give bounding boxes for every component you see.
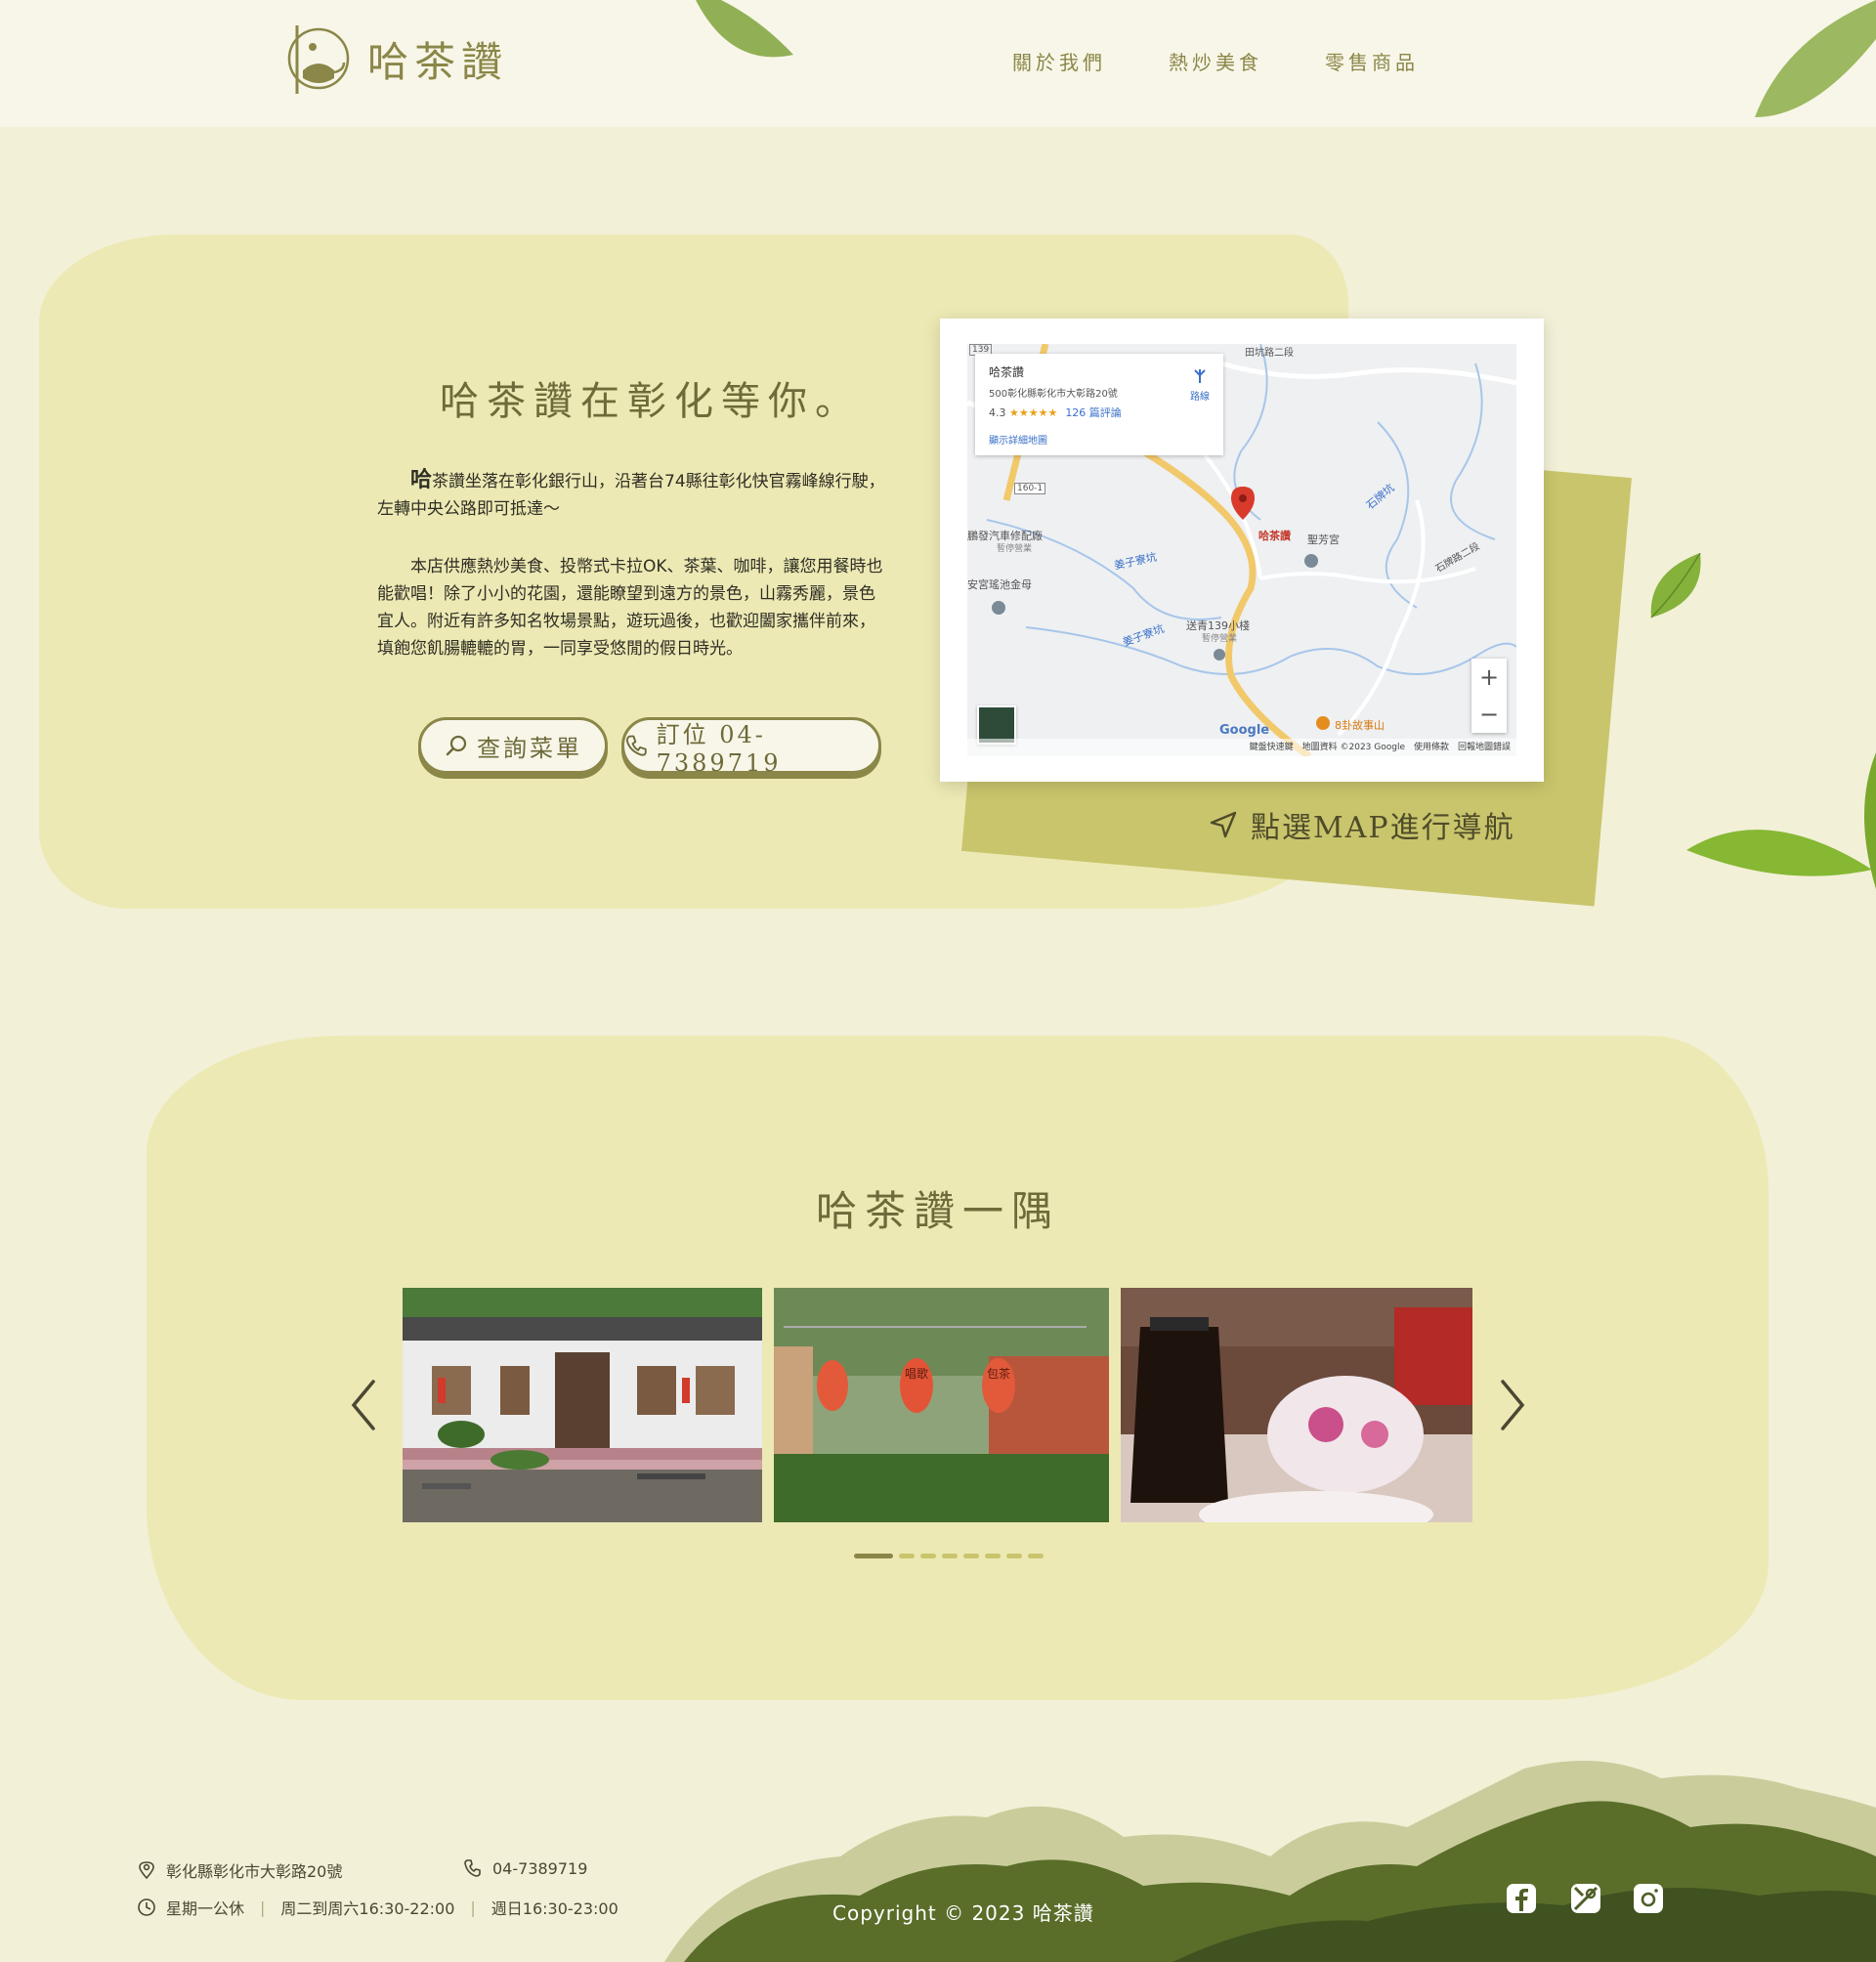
map-zoom-controls: + − [1471,659,1507,733]
chevron-left-icon[interactable] [348,1378,379,1432]
leaf-decoration-top-right [1755,0,1876,117]
directions-icon [1194,369,1206,383]
footer-hours-weekday: 周二到周六16:30-22:00 [280,1899,455,1918]
footer-hours-sunday: 週日16:30-23:00 [490,1899,618,1918]
intro-paragraph-1-text: 茶讚坐落在彰化銀行山，沿著台74縣往彰化快官霧峰線行駛，左轉中央公路即可抵達～ [377,472,885,519]
facebook-icon[interactable] [1505,1882,1538,1915]
carousel-dot[interactable] [920,1554,936,1558]
map-road-160: 160-1 [1014,483,1046,494]
map-pin-icon[interactable] [1569,1882,1602,1915]
carousel-dot[interactable] [985,1554,1001,1558]
map-label-inn-sub: 暫停營業 [1202,634,1238,644]
nav-food[interactable]: 熱炒美食 [1169,47,1262,75]
reserve-call-button[interactable]: 訂位 04-7389719 [621,717,881,777]
instagram-icon[interactable] [1632,1882,1665,1915]
mountain-footer-art [664,1761,1876,1962]
leaf-decoration-mid [1650,553,1701,618]
map-label-anguo: 安宮瑤池金母 [967,578,1032,591]
lanterns-photo: 唱歌 包茶 [774,1288,1109,1522]
map-info-window: 哈茶讚 500彰化縣彰化市大彰路20號 4.3 ★★★★★ 126 篇評論 顯示詳… [975,354,1223,455]
copyright: Copyright © 2023 哈茶讚 [832,1901,1094,1925]
menu-button[interactable]: 查詢菜單 [418,717,608,774]
gallery-photo-storefront[interactable] [403,1288,762,1522]
gallery-photo-tea[interactable] [1121,1288,1472,1522]
location-pin-icon [139,1861,154,1880]
footer-phone[interactable]: 04-7389719 [463,1858,587,1878]
intro-paragraph-2: 本店供應熱炒美食、投幣式卡拉OK、茶葉、咖啡，讓您用餐時也能歡唱！除了小小的花園… [377,557,883,659]
carousel-dot[interactable] [1028,1554,1044,1558]
carousel-dot[interactable] [854,1554,893,1558]
footer-hours: 星期一公休 | 周二到周六16:30-22:00 | 週日16:30-23:00 [137,1896,618,1919]
intro-title: 哈茶讚在彰化等你。 [440,379,862,424]
map-card: 139 田坑路二段 160-1 鵬發汽車修配廠 暫停營業 安宮瑤池金母 姜子寮坑… [940,319,1544,782]
map-place-name: 哈茶讚 [989,365,1025,379]
phone-icon [625,735,647,756]
carousel-dot[interactable] [942,1554,958,1558]
nav-retail[interactable]: 零售商品 [1325,47,1419,75]
search-icon [446,735,467,756]
map-place-rating: 4.3 ★★★★★ 126 篇評論 [989,405,1122,420]
carousel-dot[interactable] [899,1554,915,1558]
map-label-shop-sub: 暫停營業 [997,544,1033,554]
lantern-text-1: 唱歌 [905,1366,928,1381]
tea-set-photo [1121,1288,1472,1522]
intro-first-char: 哈 [410,468,433,492]
menu-button-label: 查詢菜單 [477,734,582,762]
navigation-arrow-icon [1210,811,1237,838]
footer-address: 彰化縣彰化市大彰路20號 [137,1858,342,1882]
storefront-photo [403,1288,762,1522]
zoom-out-button[interactable]: − [1471,696,1507,733]
google-logo: Google [1219,723,1270,738]
map-navigate-label: 點選MAP進行導航 [1251,811,1515,845]
leaf-decoration-right [1686,752,1876,889]
zoom-in-button[interactable]: + [1471,659,1507,696]
gallery-photo-lanterns[interactable]: 唱歌 包茶 [774,1288,1109,1522]
teapot-logo-icon [287,25,350,94]
map-navigate-link[interactable]: 點選MAP進行導航 [1208,803,1515,846]
map-directions-label: 路線 [1190,392,1210,403]
reserve-call-button-label: 訂位 04-7389719 [656,720,782,777]
carousel-dot[interactable] [1006,1554,1022,1558]
intro-paragraph-1: 哈茶讚坐落在彰化銀行山，沿著台74縣往彰化快官霧峰線行駛，左轉中央公路即可抵達～ [377,467,885,523]
map-rating-value: 4.3 [989,406,1006,419]
divider: | [260,1898,266,1917]
clock-icon [138,1898,155,1916]
map-directions-button[interactable]: 路線 [1190,367,1210,403]
logo[interactable]: 哈茶讚 [283,20,508,98]
leaf-decoration-top [696,0,793,58]
map-reviews-link[interactable]: 126 篇評論 [1065,406,1122,419]
map-rating-stars: ★★★★★ [1009,406,1058,419]
map-attribution: 鍵盤快速鍵 地圖資料 ©2023 Google 使用條款 回報地圖錯誤 [967,739,1516,756]
phone-icon [464,1859,481,1877]
map-label-temple: 聖芳宮 [1307,533,1340,546]
google-map[interactable]: 139 田坑路二段 160-1 鵬發汽車修配廠 暫停營業 安宮瑤池金母 姜子寮坑… [967,344,1516,756]
footer-hours-closed: 星期一公休 [166,1899,245,1918]
carousel-dot[interactable] [963,1554,979,1558]
map-place-address: 500彰化縣彰化市大彰路20號 [989,389,1118,400]
gallery-title: 哈茶讚一隅 [815,1187,1060,1235]
map-road-tian: 田坑路二段 [1245,348,1294,359]
main-nav: 關於我們 熱炒美食 零售商品 [1012,47,1419,75]
lantern-text-2: 包茶 [987,1366,1010,1381]
map-marker-label: 哈茶讚 [1258,530,1291,542]
map-label-bagua: 8卦故事山 [1335,719,1385,732]
footer-address-text: 彰化縣彰化市大彰路20號 [166,1862,343,1881]
footer-phone-text: 04-7389719 [492,1858,588,1878]
divider: | [470,1898,476,1917]
site-header: 哈茶讚 關於我們 熱炒美食 零售商品 [0,0,1876,127]
map-larger-link[interactable]: 顯示詳細地圖 [989,432,1047,447]
nav-about[interactable]: 關於我們 [1012,47,1106,75]
carousel-pagination [854,1554,1044,1558]
brand-name: 哈茶讚 [367,37,509,86]
chevron-right-icon[interactable] [1497,1378,1528,1432]
